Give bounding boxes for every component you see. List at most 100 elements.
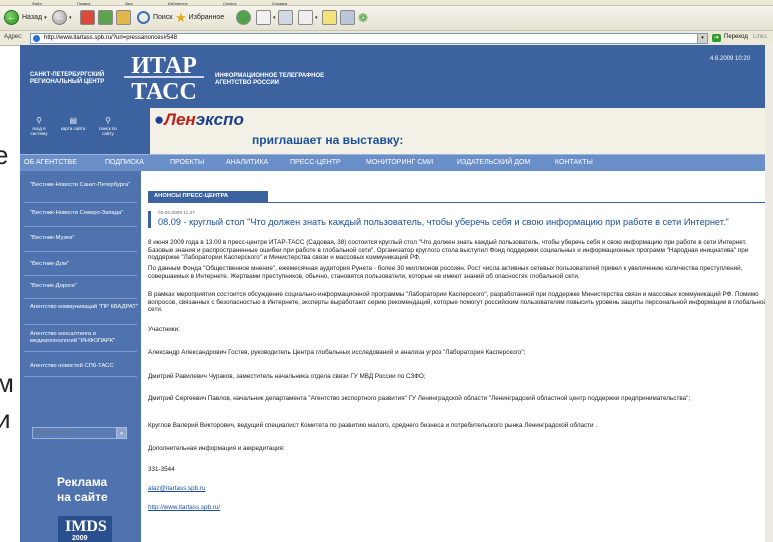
messenger-icon: ❁ [358, 10, 369, 25]
chevron-down-icon: ▾ [315, 14, 318, 21]
chevron-down-icon: ▾ [273, 14, 276, 21]
mail-button[interactable]: ▾ [256, 10, 276, 25]
contact-email-link[interactable]: alaz@itartass.spb.ru [148, 485, 770, 493]
star-icon: ★ [175, 9, 187, 25]
article-paragraph: По данным Фонда "Общественное мнение", е… [148, 265, 743, 280]
research-icon [340, 10, 355, 25]
sidebar-item-museums[interactable]: "Вестник-Музеи" [30, 235, 138, 242]
main-nav: ОБ АГЕНТСТВЕ ПОДПИСКА ПРОЕКТЫ АНАЛИТИКА … [20, 154, 773, 172]
note-icon [322, 10, 337, 25]
globe-icon: ● [154, 110, 165, 129]
participant: Круглов Валерий Викторович, ведущий спец… [148, 422, 598, 429]
article-paragraph: 8 июня 2009 года в 13.00 в пресс-центре … [148, 239, 749, 261]
login-link[interactable]: ⚲ вход в систему [26, 116, 52, 137]
links-button[interactable]: Links [753, 34, 767, 40]
sidebar-item-spb-tass[interactable]: Агентство новостей СПб-ТАСС [30, 363, 138, 370]
forward-button[interactable]: → ▾ [52, 10, 72, 25]
banner-invite-text: приглашает на выставку: [252, 133, 404, 147]
refresh-icon [98, 10, 113, 25]
site-search-button[interactable]: » [116, 427, 127, 439]
main-content: АНОНСЫ ПРЕСС-ЦЕНТРА 03.06.2009 11:47 08.… [141, 171, 773, 542]
stop-icon [80, 10, 95, 25]
advertising-link[interactable]: Реклама на сайте [54, 475, 116, 507]
history-button[interactable] [236, 10, 251, 25]
address-label: Адрес: [4, 34, 23, 40]
nav-about[interactable]: ОБ АГЕНТСТВЕ [24, 159, 77, 166]
edit-button[interactable]: ▾ [298, 10, 318, 25]
back-button[interactable]: ← Назад ▾ [4, 10, 47, 25]
agency-title: ИНФОРМАЦИОННОЕ ТЕЛЕГРАФНОЕ АГЕНТСТВО РОС… [215, 73, 325, 86]
magnifier-icon [137, 11, 150, 24]
website-link[interactable]: http://www.itartass.spb.ru/ [148, 504, 770, 512]
sidebar-item-spb-news[interactable]: "Вестник-Новости Санкт-Петербурга" [30, 182, 138, 189]
chevron-down-icon: ▾ [69, 14, 72, 21]
logo-text-bottom: ТАСС [131, 79, 197, 103]
mail-icon [256, 10, 271, 25]
sidebar-divider [24, 324, 137, 325]
search-icon: ⚲ [105, 116, 111, 125]
sidebar-item-pr-kvadrat[interactable]: Агентство коммуникаций "ПР КВАДРАТ" [30, 304, 138, 311]
section-heading: АНОНСЫ ПРЕСС-ЦЕНТРА [148, 191, 268, 202]
participant: Дмитрий Сергеевич Павлов, начальник депа… [148, 395, 691, 402]
overlay-slide-glyph: и [0, 404, 11, 434]
lenexpo-logo: ●Ленэкспо [154, 110, 244, 129]
nav-analytics[interactable]: АНАЛИТИКА [226, 159, 268, 166]
sidebar-item-nw-news[interactable]: "Вестник-Новости Северо-Запада" [30, 210, 138, 217]
site-search-link[interactable]: ⚲ поиск по сайту [95, 116, 121, 137]
nav-publishing-house[interactable]: ИЗДАТЕЛЬСКИЙ ДОМ [457, 159, 530, 166]
forward-arrow-icon: → [52, 10, 67, 25]
nav-press-center[interactable]: ПРЕСС-ЦЕНТР [290, 159, 341, 166]
site-search-form: » [32, 427, 129, 439]
nav-contacts[interactable]: КОНТАКТЫ [555, 159, 593, 166]
favorites-button[interactable]: ★ Избранное [175, 10, 224, 25]
key-icon: ⚲ [36, 116, 42, 125]
section-divider [148, 202, 773, 203]
history-icon [236, 10, 251, 25]
sitemap-icon: ▤ [69, 116, 78, 125]
overlay-slide-glyph: е [0, 140, 9, 170]
sidebar-item-home[interactable]: "Вестник-Дом" [30, 261, 138, 268]
nav-subscription[interactable]: ПОДПИСКА [105, 159, 144, 166]
research-button[interactable] [340, 10, 355, 25]
sidebar-divider [24, 251, 137, 252]
imds-banner[interactable]: IMDS 2009 [58, 516, 112, 542]
print-button[interactable] [278, 10, 293, 25]
home-button[interactable] [116, 10, 131, 25]
quick-links-row: ⚲ вход в систему ▤ карта сайта ⚲ поиск п… [20, 108, 773, 154]
article-date: 03.06.2009 11:47 [158, 211, 195, 216]
nav-projects[interactable]: ПРОЕКТЫ [170, 159, 204, 166]
site-search-input[interactable] [32, 427, 118, 439]
sidebar-divider [24, 275, 137, 276]
sidebar-divider [24, 226, 137, 227]
itar-tass-logo[interactable]: ИТАР ТАСС [120, 51, 208, 103]
site-header: САНКТ-ПЕТЕРБУРГСКИЙ РЕГИОНАЛЬНЫЙ ЦЕНТР И… [20, 45, 773, 108]
title-accent-bar [148, 211, 151, 228]
go-button[interactable]: Переход [724, 34, 748, 40]
page-scrollbar[interactable] [765, 45, 773, 542]
sidebar-item-roads[interactable]: "Вестник-Дороги" [30, 283, 138, 290]
address-bar: Адрес: http://www.itartass.spb.ru/?url=p… [0, 31, 773, 46]
sidebar-item-infopark[interactable]: Агентство консалтинга и медиатехнологий … [30, 331, 138, 345]
sidebar-divider [24, 351, 137, 352]
lenexpo-banner[interactable]: ●Ленэкспо приглашает на выставку: [150, 108, 773, 154]
home-icon [116, 10, 131, 25]
sidebar-divider [24, 376, 137, 377]
nav-media-monitoring[interactable]: МОНИТОРИНГ СМИ [366, 159, 433, 166]
header-date: 4.6.2009 10:20 [710, 56, 751, 62]
stop-button[interactable] [80, 10, 95, 25]
messenger-button[interactable]: ❁ [358, 10, 368, 25]
printer-icon [278, 10, 293, 25]
address-dropdown-button[interactable]: ▾ [697, 33, 708, 44]
sidebar-divider [24, 202, 137, 203]
refresh-button[interactable] [98, 10, 113, 25]
document-icon [298, 10, 313, 25]
search-button[interactable]: Поиск [137, 10, 172, 25]
go-arrow-icon[interactable]: ➜ [712, 34, 721, 42]
article-paragraph: В рамках мероприятия состоится обсуждени… [148, 291, 767, 313]
address-input[interactable]: http://www.itartass.spb.ru/?url=pressano… [30, 33, 698, 44]
discuss-button[interactable] [322, 10, 337, 25]
sitemap-link[interactable]: ▤ карта сайта [60, 116, 86, 132]
article-title[interactable]: 08.09 - круглый стол "Что должен знать к… [158, 217, 773, 227]
logo-text-top: ИТАР [131, 53, 196, 79]
sidebar: "Вестник-Новости Санкт-Петербурга" "Вест… [20, 171, 141, 542]
